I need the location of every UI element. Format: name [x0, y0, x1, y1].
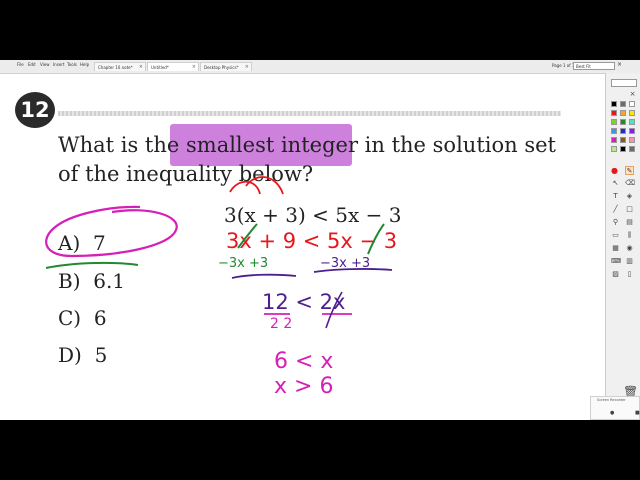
color-swatch[interactable]: [620, 137, 626, 143]
ink-strike-choice-b: [45, 261, 139, 269]
color-swatch[interactable]: [629, 110, 635, 116]
ink-distribution-arc: [245, 176, 284, 195]
color-swatch[interactable]: [611, 101, 617, 107]
color-swatch[interactable]: [620, 110, 626, 116]
color-swatch[interactable]: [620, 101, 626, 107]
camera-icon[interactable]: ◉: [625, 244, 634, 253]
grid-icon[interactable]: ▦: [611, 244, 620, 253]
select-arrow-icon[interactable]: ↖: [611, 179, 620, 188]
ink-divisors: 2 2: [270, 316, 292, 332]
keyboard-icon[interactable]: ⌨: [611, 257, 621, 266]
ink-step-1: 3x + 9 < 5x − 3: [226, 229, 397, 253]
color-swatch[interactable]: [611, 128, 617, 134]
shape-tool-icon[interactable]: □: [625, 205, 634, 214]
color-swatch[interactable]: [629, 146, 635, 152]
ink-layer: 3x + 9 < 5x − 3 −3x +3 −3x +3 12 < 2x 2 …: [45, 176, 397, 399]
color-swatch[interactable]: [629, 137, 635, 143]
color-swatch[interactable]: [611, 119, 617, 125]
fill-bucket-icon[interactable]: ◈: [625, 192, 634, 201]
ink-underline-left: [231, 273, 297, 279]
color-dot-icon[interactable]: ●: [610, 166, 619, 175]
color-swatch[interactable]: [611, 146, 617, 152]
record-dot-icon[interactable]: ●: [610, 410, 614, 416]
stop-icon[interactable]: ■: [635, 410, 640, 416]
ink-step-4: 6 < x: [274, 349, 333, 374]
color-swatch[interactable]: [629, 119, 635, 125]
eraser-icon[interactable]: ⌫: [625, 179, 635, 188]
color-swatch[interactable]: [629, 101, 635, 107]
recorder-label: Screen Recorder: [597, 398, 626, 402]
image-icon[interactable]: ▨: [611, 270, 620, 279]
color-swatch[interactable]: [611, 110, 617, 116]
color-swatch[interactable]: [611, 137, 617, 143]
clipboard-icon[interactable]: ▤: [625, 218, 634, 227]
app-window: File Edit View Insert Tools Help Chapter…: [0, 60, 640, 420]
line-tool-icon[interactable]: ╱: [611, 205, 620, 214]
color-swatch[interactable]: [629, 128, 635, 134]
color-swatch[interactable]: [620, 119, 626, 125]
ink-step-5: x > 6: [274, 374, 333, 399]
color-swatch[interactable]: [620, 146, 626, 152]
ink-circle-choice-a: [45, 205, 178, 258]
screen-recorder-widget: Screen Recorder ● ■: [590, 396, 640, 420]
table-icon[interactable]: ▥: [625, 257, 634, 266]
drawing-toolbar: × ● ✎ ↖ ⌫ T ◈ ╱ □ ⚲ ▤ ▭ ⫼ ▦ ◉ ⌨ ▥ ▨ ▯ 🗑: [605, 73, 640, 420]
close-icon[interactable]: ×: [628, 90, 637, 99]
ink-step-2-left: −3x +3: [218, 256, 268, 271]
page-icon[interactable]: ▯: [625, 270, 634, 279]
pen-preview-icon[interactable]: [611, 79, 637, 87]
ruler-icon[interactable]: ⫼: [625, 231, 634, 240]
color-swatch[interactable]: [620, 128, 626, 134]
pen-tool-icon[interactable]: ✎: [625, 166, 634, 175]
text-tool-icon[interactable]: T: [611, 192, 620, 201]
link-icon[interactable]: ⚲: [611, 218, 620, 227]
screen-icon[interactable]: ▭: [611, 231, 620, 240]
ink-distribution-arc: [229, 180, 261, 195]
